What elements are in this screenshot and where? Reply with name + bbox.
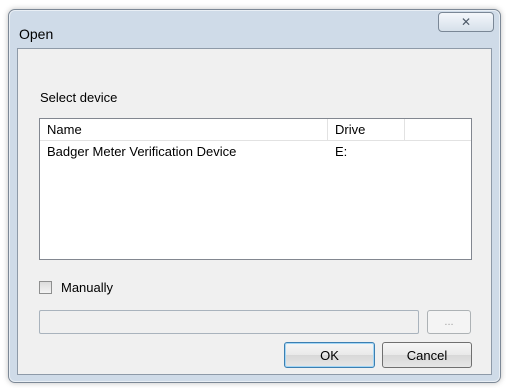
manually-label[interactable]: Manually bbox=[61, 280, 113, 295]
device-drive-cell: E: bbox=[335, 144, 348, 159]
browse-button[interactable]: ... bbox=[427, 310, 471, 334]
close-button[interactable]: ✕ bbox=[438, 12, 494, 32]
cancel-button[interactable]: Cancel bbox=[382, 342, 472, 368]
open-dialog: Open ✕ Select device Name Drive Badger M… bbox=[8, 9, 501, 383]
device-list[interactable]: Name Drive Badger Meter Verification Dev… bbox=[39, 118, 472, 260]
column-header-name[interactable]: Name bbox=[40, 119, 328, 140]
dialog-title: Open bbox=[19, 26, 54, 42]
list-item[interactable]: Badger Meter Verification Device E: bbox=[40, 141, 471, 163]
column-header-filler bbox=[405, 119, 471, 140]
close-icon: ✕ bbox=[460, 15, 472, 29]
manual-path-input[interactable] bbox=[39, 310, 419, 334]
device-name-cell: Badger Meter Verification Device bbox=[47, 144, 237, 159]
manually-checkbox[interactable] bbox=[39, 281, 52, 294]
column-header-drive[interactable]: Drive bbox=[328, 119, 405, 140]
manually-option[interactable]: Manually bbox=[39, 280, 113, 295]
device-list-header: Name Drive bbox=[40, 119, 471, 141]
dialog-client-area: Select device Name Drive Badger Meter Ve… bbox=[17, 48, 492, 375]
select-device-label: Select device bbox=[40, 90, 118, 105]
ok-button[interactable]: OK bbox=[284, 342, 375, 368]
